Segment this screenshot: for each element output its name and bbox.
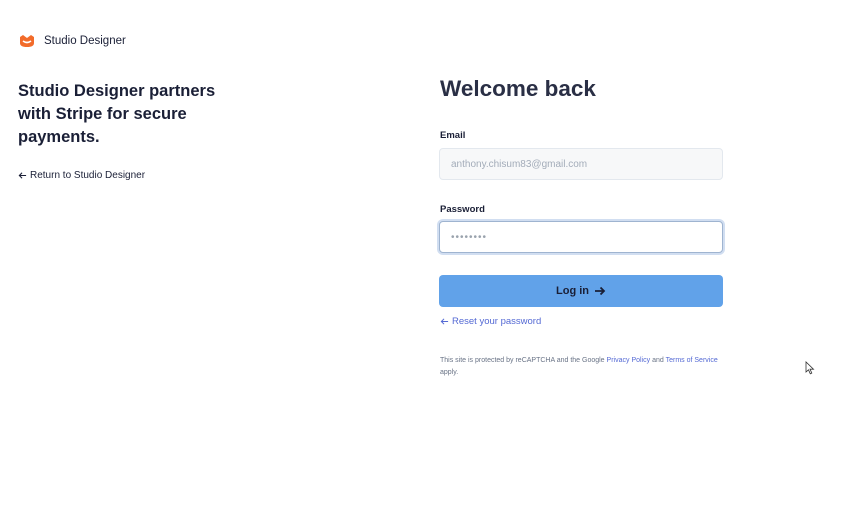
reset-password-link[interactable]: Reset your password <box>440 316 541 327</box>
recaptcha-and: and <box>652 357 664 364</box>
page-title: Welcome back <box>440 76 596 101</box>
return-link[interactable]: Return to Studio Designer <box>18 170 145 181</box>
brand-name: Studio Designer <box>44 35 126 47</box>
email-label: Email <box>440 130 466 141</box>
arrow-right-icon <box>595 286 606 296</box>
return-link-label: Return to Studio Designer <box>30 170 146 181</box>
recaptcha-notice: This site is protected by reCAPTCHA and … <box>440 355 730 379</box>
promo-text: Studio Designer partners with Stripe for… <box>18 82 216 146</box>
mouse-cursor-icon <box>805 361 815 375</box>
stripe-login-page: Studio Designer Studio Designer partners… <box>0 0 848 530</box>
email-field[interactable] <box>439 148 723 180</box>
arrow-left-icon <box>18 172 27 179</box>
recaptcha-prefix: This site is protected by reCAPTCHA and … <box>440 357 605 364</box>
terms-of-service-link[interactable]: Terms of Service <box>666 357 718 364</box>
password-label: Password <box>440 204 485 215</box>
privacy-policy-link[interactable]: Privacy Policy <box>607 357 651 364</box>
reset-password-label: Reset your password <box>452 316 542 327</box>
recaptcha-suffix: apply. <box>440 369 459 376</box>
login-button[interactable]: Log in <box>439 275 723 307</box>
arrow-left-icon <box>440 318 449 325</box>
password-field[interactable] <box>439 221 723 253</box>
login-button-label: Log in <box>556 285 589 297</box>
studio-designer-logo-icon <box>18 33 36 49</box>
brand: Studio Designer <box>18 33 126 49</box>
